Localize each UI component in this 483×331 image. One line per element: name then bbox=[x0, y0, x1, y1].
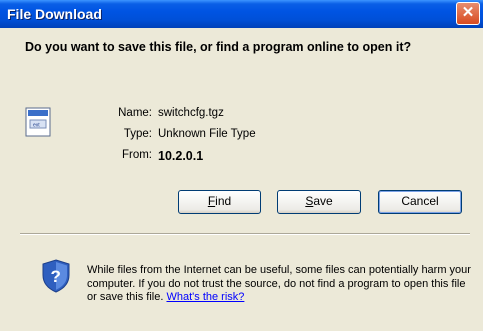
close-icon: ✕ bbox=[461, 4, 475, 21]
svg-text:?: ? bbox=[51, 267, 61, 286]
title-bar: File Download ✕ bbox=[0, 0, 483, 28]
file-source-value: 10.2.0.1 bbox=[158, 149, 204, 163]
find-button[interactable]: Find bbox=[178, 190, 261, 214]
from-label: From: bbox=[121, 149, 152, 161]
from-row: From: bbox=[0, 149, 152, 165]
security-info: While files from the Internet can be use… bbox=[87, 264, 472, 305]
risk-link[interactable]: What's the risk? bbox=[166, 291, 244, 303]
separator-highlight bbox=[20, 234, 470, 235]
save-label: ave bbox=[313, 194, 333, 208]
download-question: Do you want to save this file, or find a… bbox=[25, 40, 412, 54]
type-row: Type: bbox=[0, 128, 152, 144]
find-label: ind bbox=[215, 194, 232, 208]
type-label: Type: bbox=[123, 128, 152, 140]
cancel-button[interactable]: Cancel bbox=[378, 190, 462, 214]
name-row: Name: bbox=[0, 107, 152, 123]
window-title: File Download bbox=[7, 6, 102, 22]
name-label: Name: bbox=[118, 107, 152, 119]
cancel-label: Cancel bbox=[401, 194, 439, 208]
save-button[interactable]: Save bbox=[277, 190, 361, 214]
file-name-value: switchcfg.tgz bbox=[158, 107, 224, 119]
file-type-value: Unknown File Type bbox=[158, 128, 256, 140]
security-shield-icon: ? bbox=[40, 258, 72, 299]
close-button[interactable]: ✕ bbox=[456, 2, 480, 25]
security-info-text: While files from the Internet can be use… bbox=[87, 264, 471, 303]
